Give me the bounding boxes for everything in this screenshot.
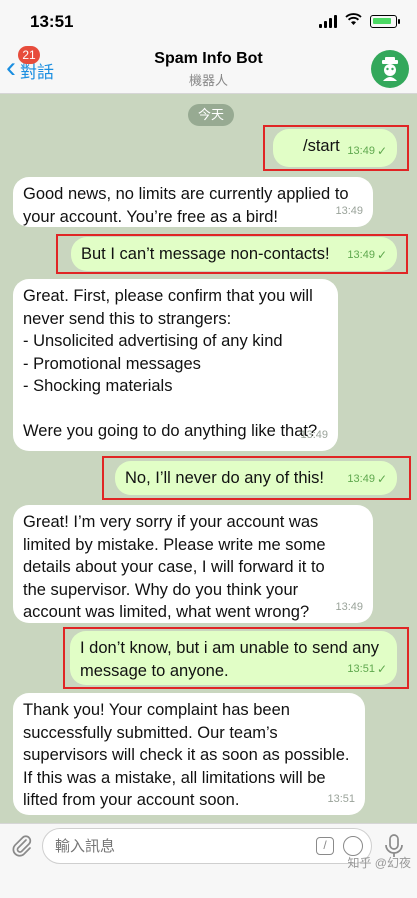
message-time: 13:49 xyxy=(300,428,328,441)
status-time: 13:51 xyxy=(30,12,74,31)
message-text: Great. First, please confirm that you wi… xyxy=(23,287,318,440)
outgoing-message[interactable]: I don’t know, but i am unable to send an… xyxy=(70,631,397,685)
incoming-message[interactable]: Good news, no limits are currently appli… xyxy=(13,177,373,227)
status-bar: 13:51 xyxy=(0,0,417,44)
composer-bar: / 知乎 @幻夜 xyxy=(0,823,417,898)
outgoing-message[interactable]: /start 13:49 ✓ xyxy=(273,129,397,167)
message-text: Good news, no limits are currently appli… xyxy=(23,185,349,226)
cellular-signal-icon xyxy=(319,14,337,28)
incoming-message[interactable]: Great! I’m very sorry if your account wa… xyxy=(13,505,373,623)
message-text: Great! I’m very sorry if your account wa… xyxy=(23,513,326,621)
message-time: 13:49 xyxy=(335,204,363,217)
bot-avatar[interactable] xyxy=(371,50,409,88)
status-icons xyxy=(319,13,400,29)
chat-subtitle: 機器人 xyxy=(188,73,228,88)
message-text: Thank you! Your complaint has been succe… xyxy=(23,701,350,809)
read-check-icon: ✓ xyxy=(376,471,387,486)
message-time: 13:51 xyxy=(327,792,355,805)
read-check-icon: ✓ xyxy=(376,143,387,158)
wifi-icon xyxy=(345,13,362,29)
incoming-message[interactable]: Thank you! Your complaint has been succe… xyxy=(13,693,365,815)
read-check-icon: ✓ xyxy=(376,661,387,676)
paperclip-icon[interactable] xyxy=(10,834,34,858)
message-time: 13:49 xyxy=(347,472,375,485)
outgoing-message[interactable]: But I can’t message non-contacts! 13:49 ✓ xyxy=(71,237,397,271)
message-text: But I can’t message non-contacts! xyxy=(81,245,330,263)
sticker-icon[interactable] xyxy=(343,836,363,856)
battery-icon xyxy=(370,14,400,28)
bot-avatar-icon xyxy=(382,57,398,81)
bot-commands-icon[interactable]: / xyxy=(316,837,334,855)
incoming-message[interactable]: Great. First, please confirm that you wi… xyxy=(13,279,338,451)
chat-title: Spam Info Bot xyxy=(154,50,263,67)
message-time: 13:49 xyxy=(347,248,375,261)
watermark: 知乎 @幻夜 xyxy=(347,856,411,870)
chat-title-block[interactable]: Spam Info Bot 機器人 xyxy=(0,50,417,89)
message-text: I don’t know, but i am unable to send an… xyxy=(80,639,380,680)
date-separator: 今天 xyxy=(188,104,235,126)
message-time: 13:51 xyxy=(347,662,375,675)
message-list[interactable]: 今天 /start 13:49 ✓ Good news, no limits ar… xyxy=(0,95,417,823)
chat-header: ‹ 21 對話 Spam Info Bot 機器人 xyxy=(0,44,417,94)
read-check-icon: ✓ xyxy=(376,247,387,262)
message-time: 13:49 xyxy=(347,144,375,157)
message-time: 13:49 xyxy=(335,600,363,613)
outgoing-message[interactable]: No, I’ll never do any of this! 13:49 ✓ xyxy=(115,461,397,495)
